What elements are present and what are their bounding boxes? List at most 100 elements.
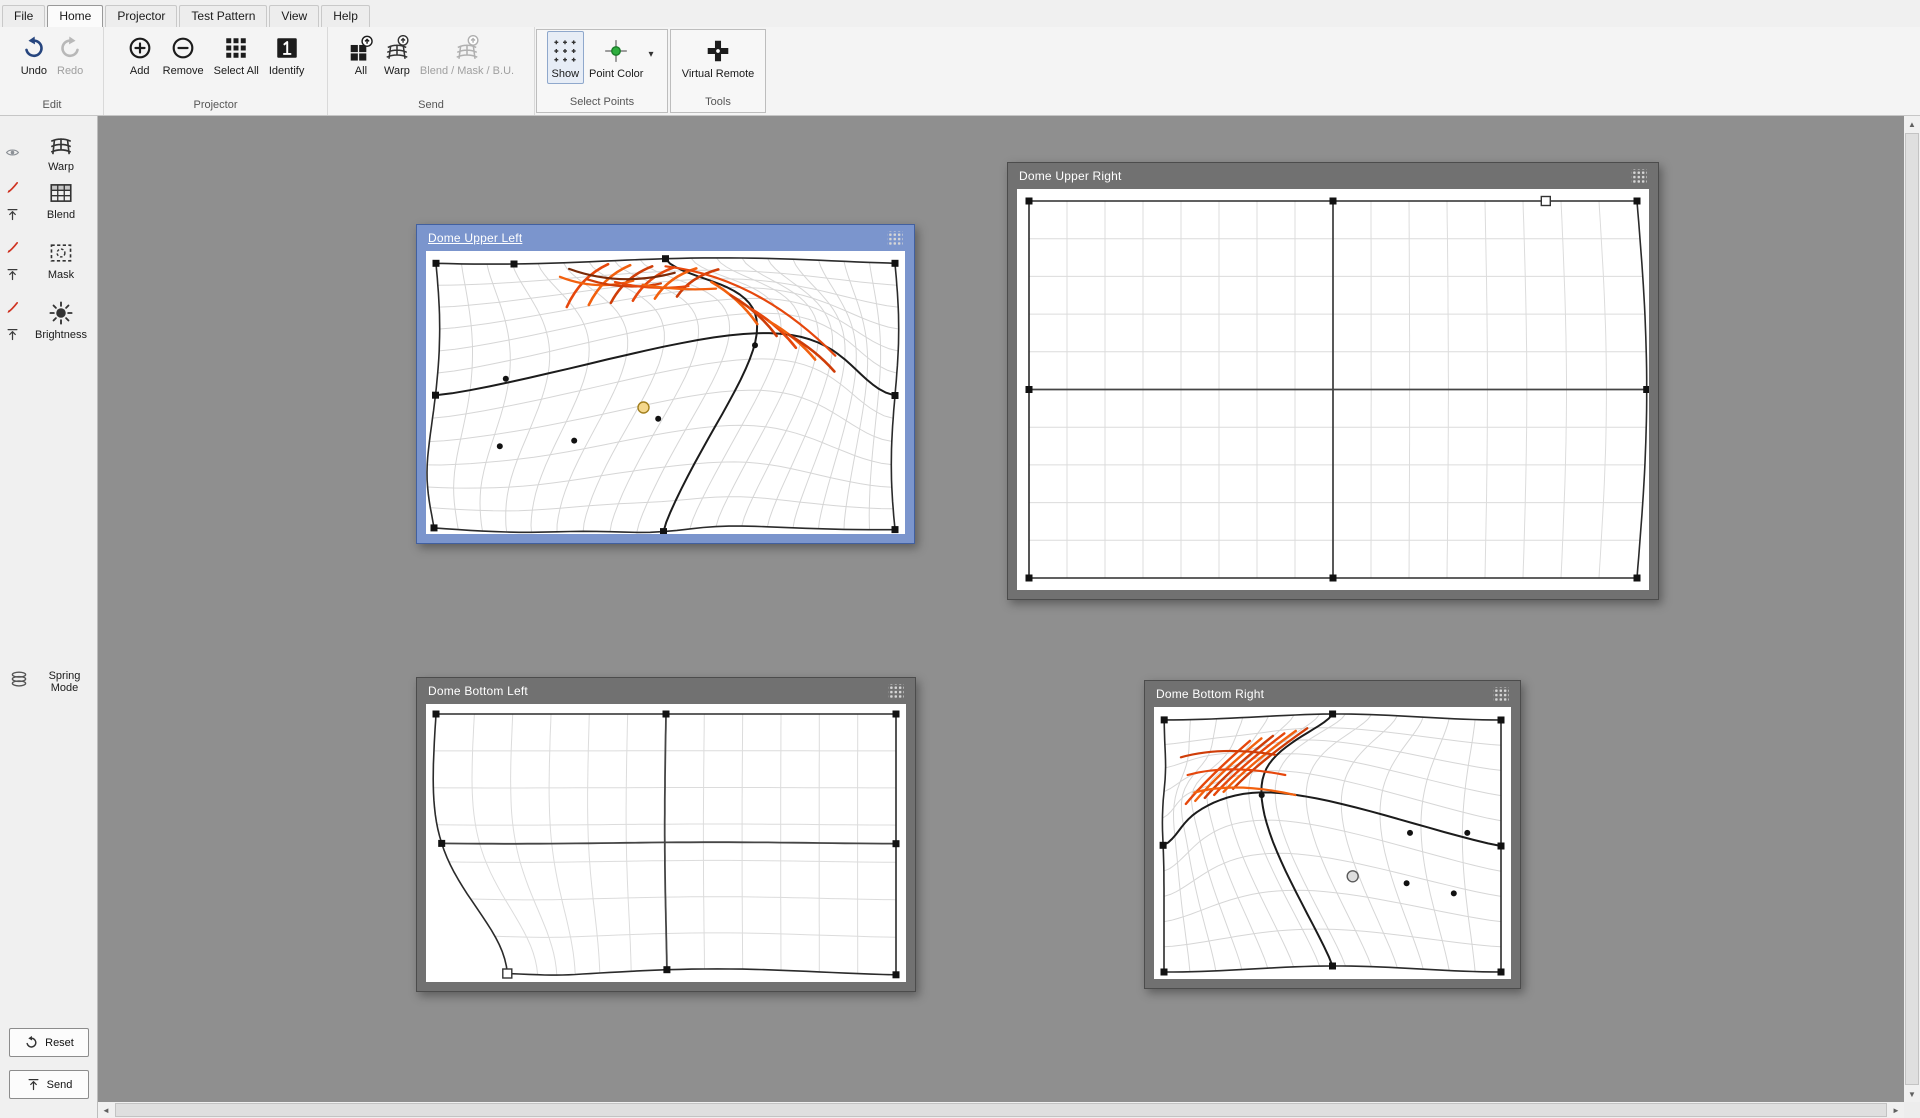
warp-mesh[interactable] [426, 251, 905, 534]
ribbon-group-send: All Warp Blend / Mask / B.U. Send [328, 27, 535, 115]
spring-icon [8, 668, 30, 695]
window-titlebar[interactable]: Dome Upper Right [1017, 163, 1649, 189]
vertical-scrollbar[interactable]: ▲ ▼ [1904, 116, 1920, 1102]
window-title: Dome Bottom Left [428, 684, 528, 698]
select-all-button[interactable]: Select All [209, 28, 264, 81]
v-scroll-thumb[interactable] [1905, 133, 1919, 1085]
workspace-canvas[interactable]: Dome Upper Left Dome Upper Right Dome Bo… [98, 116, 1904, 1102]
spring-mode-toggle[interactable]: Spring Mode [8, 668, 94, 695]
ribbon-group-projector: Add Remove Select All Identify [104, 27, 328, 115]
window-titlebar[interactable]: Dome Bottom Left [426, 678, 906, 704]
tab-help[interactable]: Help [321, 5, 370, 27]
send-all-icon [348, 35, 374, 61]
brightness-row: Brightness [0, 300, 98, 342]
send-blend-mask-bu-label: Blend / Mask / B.U. [420, 65, 514, 77]
undo-icon [21, 35, 47, 61]
tab-view[interactable]: View [269, 5, 319, 27]
warp-view[interactable] [426, 251, 905, 534]
warp-visibility-eye-icon[interactable] [5, 145, 20, 160]
select-all-label: Select All [214, 65, 259, 77]
v-scroll-track[interactable] [1904, 132, 1920, 1086]
reset-icon [24, 1035, 39, 1050]
blend-icon [48, 180, 74, 206]
group-label-edit: Edit [3, 97, 101, 115]
send-all-label: All [355, 65, 367, 77]
warp-view[interactable] [426, 704, 906, 982]
warp-row: Warp [0, 132, 98, 173]
window-grid-menu-icon[interactable] [888, 684, 904, 699]
group-label-send: Send [330, 97, 532, 115]
show-points-label: Show [552, 68, 580, 80]
send-blend-icon[interactable] [5, 207, 20, 222]
tab-projector[interactable]: Projector [105, 5, 177, 27]
window-titlebar[interactable]: Dome Upper Left [426, 225, 905, 251]
warp-mesh[interactable] [1017, 189, 1649, 590]
remove-projector-button[interactable]: Remove [158, 28, 209, 81]
scroll-down-button[interactable]: ▼ [1904, 1086, 1920, 1102]
point-color-dropdown-arrow[interactable]: ▾ [648, 31, 657, 60]
projector-window-dome-bottom-left[interactable]: Dome Bottom Left [416, 677, 916, 992]
group-label-projector: Projector [106, 97, 325, 115]
bypass-mask-icon[interactable] [5, 240, 20, 255]
ribbon-group-edit: Undo Redo Edit [1, 27, 104, 115]
send-icon [26, 1077, 41, 1092]
show-points-icon [552, 38, 578, 64]
add-projector-button[interactable]: Add [122, 28, 158, 81]
warp-view[interactable] [1017, 189, 1649, 590]
reset-button[interactable]: Reset [9, 1028, 89, 1057]
scroll-right-button[interactable]: ► [1888, 1102, 1904, 1118]
horizontal-scrollbar[interactable]: ◄ ► [98, 1102, 1904, 1118]
h-scroll-track[interactable] [114, 1102, 1888, 1118]
window-grid-menu-icon[interactable] [1631, 169, 1647, 184]
sidebar-item-mask[interactable]: Mask [24, 240, 98, 282]
h-scroll-thumb[interactable] [115, 1103, 1887, 1117]
send-blend-mask-bu-button[interactable]: Blend / Mask / B.U. [415, 28, 519, 81]
mask-icon [48, 240, 74, 266]
send-mask-icon[interactable] [5, 267, 20, 282]
redo-button[interactable]: Redo [52, 28, 88, 81]
ribbon-toolbar: Undo Redo Edit Add [0, 27, 1920, 115]
ribbon-group-select-points: Show Point Color ▾ Select Points [536, 29, 668, 113]
point-color-button[interactable]: Point Color [584, 31, 648, 84]
send-brightness-icon[interactable] [5, 327, 20, 342]
projector-window-dome-bottom-right[interactable]: Dome Bottom Right [1144, 680, 1521, 989]
scroll-up-button[interactable]: ▲ [1904, 116, 1920, 132]
sidebar-item-brightness[interactable]: Brightness [24, 300, 98, 342]
sidebar-item-blend[interactable]: Blend [24, 180, 98, 222]
sidebar-item-warp[interactable]: Warp [24, 132, 98, 173]
virtual-remote-icon [705, 38, 731, 64]
window-titlebar[interactable]: Dome Bottom Right [1154, 681, 1511, 707]
warp-icon [48, 132, 74, 158]
brightness-icon [48, 300, 74, 326]
bypass-blend-icon[interactable] [5, 180, 20, 195]
projector-window-dome-upper-right[interactable]: Dome Upper Right [1007, 162, 1659, 600]
tab-test-pattern[interactable]: Test Pattern [179, 5, 267, 27]
send-button[interactable]: Send [9, 1070, 89, 1099]
tab-home[interactable]: Home [47, 5, 103, 27]
identify-button[interactable]: Identify [264, 28, 309, 81]
show-points-toggle[interactable]: Show [547, 31, 585, 84]
send-all-button[interactable]: All [343, 28, 379, 81]
warp-label: Warp [48, 161, 74, 173]
projector-window-dome-upper-left[interactable]: Dome Upper Left [416, 224, 915, 544]
group-label-select-points: Select Points [539, 94, 665, 112]
warp-view[interactable] [1154, 707, 1511, 979]
reset-label: Reset [45, 1037, 74, 1049]
scroll-left-button[interactable]: ◄ [98, 1102, 114, 1118]
ribbon-group-tools: Virtual Remote Tools [670, 29, 766, 113]
window-grid-menu-icon[interactable] [887, 231, 903, 246]
undo-label: Undo [21, 65, 47, 77]
window-grid-menu-icon[interactable] [1493, 687, 1509, 702]
app-window: File Home Projector Test Pattern View He… [0, 0, 1920, 1118]
send-warp-button[interactable]: Warp [379, 28, 415, 81]
mask-label: Mask [48, 269, 74, 281]
bypass-brightness-icon[interactable] [5, 300, 20, 315]
warp-mesh[interactable] [1154, 707, 1511, 979]
tab-file[interactable]: File [2, 5, 45, 27]
undo-button[interactable]: Undo [16, 28, 52, 81]
warp-mesh[interactable] [426, 704, 906, 982]
point-color-icon [603, 38, 629, 64]
blend-label: Blend [47, 209, 75, 221]
mask-row: Mask [0, 240, 98, 282]
virtual-remote-button[interactable]: Virtual Remote [677, 31, 760, 84]
